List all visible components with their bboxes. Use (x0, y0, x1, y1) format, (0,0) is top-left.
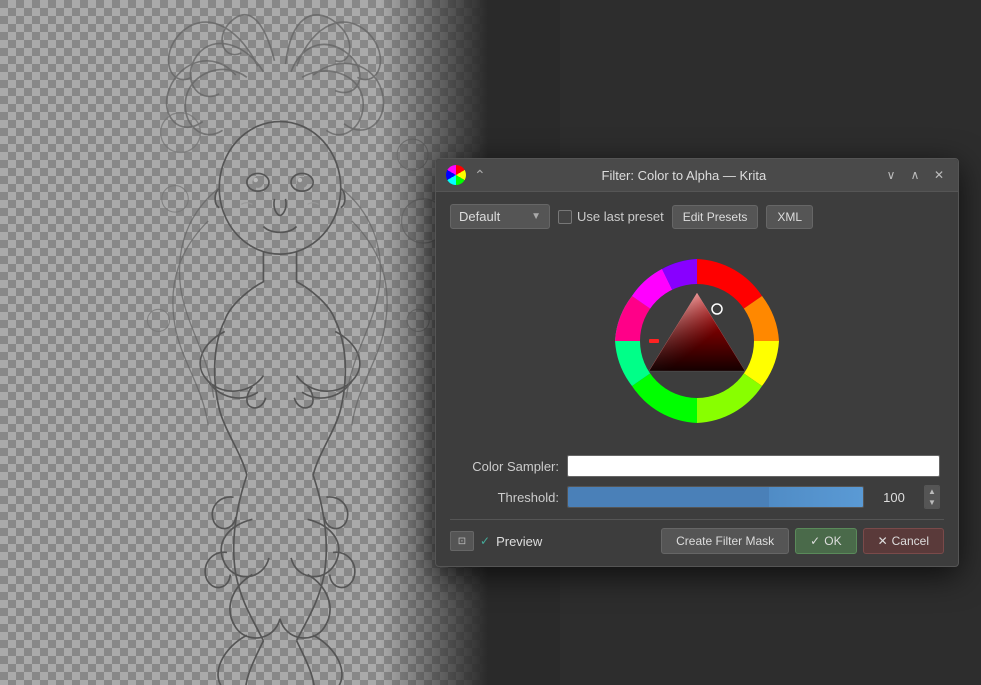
preset-dropdown[interactable]: Default ▼ (450, 204, 550, 229)
preview-icon-button[interactable]: ⊡ (450, 531, 474, 551)
color-wheel-wrapper[interactable] (607, 251, 787, 431)
action-buttons: Create Filter Mask ✓ OK ✕ Cancel (661, 528, 944, 554)
dialog-content: Default ▼ Use last preset Edit Presets X… (436, 192, 958, 566)
dialog-title: Filter: Color to Alpha — Krita (602, 168, 767, 183)
cancel-icon: ✕ (878, 534, 888, 548)
controls-area: Color Sampler: Threshold: 100 ▲ ▼ (450, 455, 944, 509)
color-sampler-bar[interactable] (567, 455, 940, 477)
spinner-up-button[interactable]: ▲ (925, 486, 939, 497)
threshold-fill (568, 487, 769, 507)
color-sampler-label: Color Sampler: (454, 459, 559, 474)
krita-logo (446, 165, 466, 185)
preset-label: Default (459, 209, 527, 224)
preview-label: Preview (496, 534, 542, 549)
use-last-preset-checkbox[interactable] (558, 210, 572, 224)
expand-icon[interactable]: ⌃ (474, 167, 486, 184)
use-last-preset-group: Use last preset (558, 209, 664, 224)
preview-check-icon: ✓ (480, 534, 490, 548)
use-last-preset-label: Use last preset (577, 209, 664, 224)
cancel-button[interactable]: ✕ Cancel (863, 528, 944, 554)
bottom-row: ⊡ ✓ Preview Create Filter Mask ✓ OK ✕ Ca… (450, 519, 944, 554)
xml-button[interactable]: XML (766, 205, 813, 229)
edit-presets-button[interactable]: Edit Presets (672, 205, 759, 229)
color-wheel-container (450, 243, 944, 439)
threshold-value: 100 (870, 490, 918, 505)
color-wheel-svg (607, 251, 787, 431)
dialog-title-bar: ⌃ Filter: Color to Alpha — Krita ∨ ∧ ✕ (436, 159, 958, 192)
threshold-track[interactable] (567, 486, 864, 508)
filter-dialog: ⌃ Filter: Color to Alpha — Krita ∨ ∧ ✕ D… (435, 158, 959, 567)
create-filter-mask-button[interactable]: Create Filter Mask (661, 528, 789, 554)
threshold-row: Threshold: 100 ▲ ▼ (454, 485, 940, 509)
threshold-spinner: ▲ ▼ (924, 485, 940, 509)
ok-label: OK (824, 534, 841, 548)
cancel-label: Cancel (892, 534, 929, 548)
threshold-container: 100 ▲ ▼ (567, 485, 940, 509)
title-bar-left: ⌃ (446, 165, 486, 185)
dropdown-arrow-icon: ▼ (531, 211, 541, 222)
color-sampler-row: Color Sampler: (454, 455, 940, 477)
title-bar-controls: ∨ ∧ ✕ (882, 166, 948, 184)
spinner-down-button[interactable]: ▼ (925, 497, 939, 508)
toolbar-row: Default ▼ Use last preset Edit Presets X… (450, 204, 944, 229)
threshold-label: Threshold: (454, 490, 559, 505)
close-button[interactable]: ✕ (930, 166, 948, 184)
maximize-button[interactable]: ∧ (906, 166, 924, 184)
preview-group: ⊡ ✓ Preview (450, 531, 542, 551)
ok-icon: ✓ (810, 534, 820, 548)
minimize-button[interactable]: ∨ (882, 166, 900, 184)
ok-button[interactable]: ✓ OK (795, 528, 856, 554)
